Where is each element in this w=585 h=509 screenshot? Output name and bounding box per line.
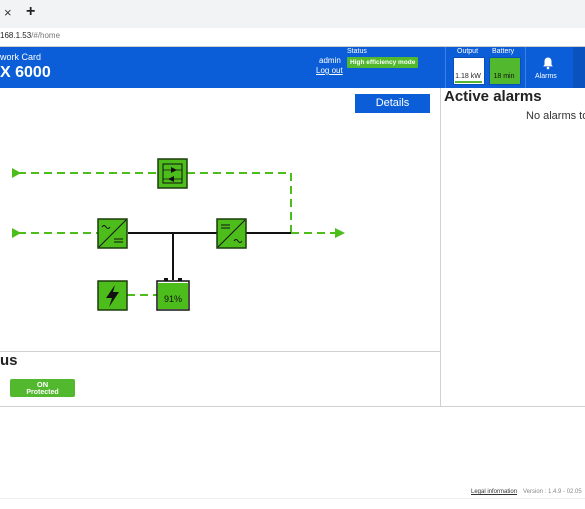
version-text: Version : 1.4.9 - 02.05 [523, 489, 582, 495]
output-gauge-fill [455, 81, 482, 83]
battery-value: 18 min [493, 73, 515, 80]
username: admin [319, 56, 341, 65]
product-subtitle: work Card [0, 52, 42, 62]
active-alarms-title: Active alarms [444, 88, 542, 105]
input-arrow-icon [12, 228, 21, 238]
footer-bar [0, 498, 585, 509]
ups-state-label: ON [36, 380, 49, 389]
new-tab-button[interactable]: + [26, 3, 40, 21]
no-alarms-text: No alarms to [526, 110, 585, 122]
internal-bus [128, 232, 291, 280]
status-label: Status [347, 48, 367, 55]
close-tab-icon[interactable]: × [4, 5, 18, 21]
url-host: 168.1.53 [0, 31, 32, 40]
header-edge [573, 47, 585, 88]
status-section-title: us [0, 352, 18, 369]
panel-divider [440, 88, 441, 406]
lightning-icon [97, 280, 128, 311]
ups-protection-label: Protected [26, 389, 59, 396]
bell-icon[interactable] [541, 56, 555, 70]
header-divider [445, 47, 446, 88]
panel-divider [0, 406, 585, 407]
panel-divider [0, 351, 440, 352]
battery-label: Battery [492, 48, 515, 55]
rectifier-icon [97, 218, 128, 249]
url-text[interactable]: 168.1.53/#/home [0, 31, 60, 40]
logout-link[interactable]: Log out [316, 66, 343, 75]
output-arrow-icon [335, 228, 345, 238]
output-label: Output [457, 48, 479, 55]
status-badge: High efficiency mode [347, 57, 419, 68]
battery-percent-text: 91% [164, 294, 182, 304]
ups-synoptic-diagram: 91% [12, 158, 345, 311]
input-arrow-icon [12, 168, 21, 178]
legal-information-link[interactable]: Legal information [471, 489, 517, 495]
address-bar[interactable] [0, 28, 585, 47]
static-switch-icon [157, 158, 188, 189]
details-button[interactable]: Details [355, 94, 430, 113]
battery-gauge[interactable] [489, 57, 521, 85]
output-value: 1.18 kW [455, 73, 481, 80]
browser-tab-bar [0, 0, 585, 29]
header-divider [525, 47, 526, 88]
url-path: /#/home [31, 31, 61, 40]
inverter-icon [216, 218, 247, 249]
alarms-button-label[interactable]: Alarms [535, 73, 557, 80]
product-title: X 6000 [0, 64, 51, 81]
